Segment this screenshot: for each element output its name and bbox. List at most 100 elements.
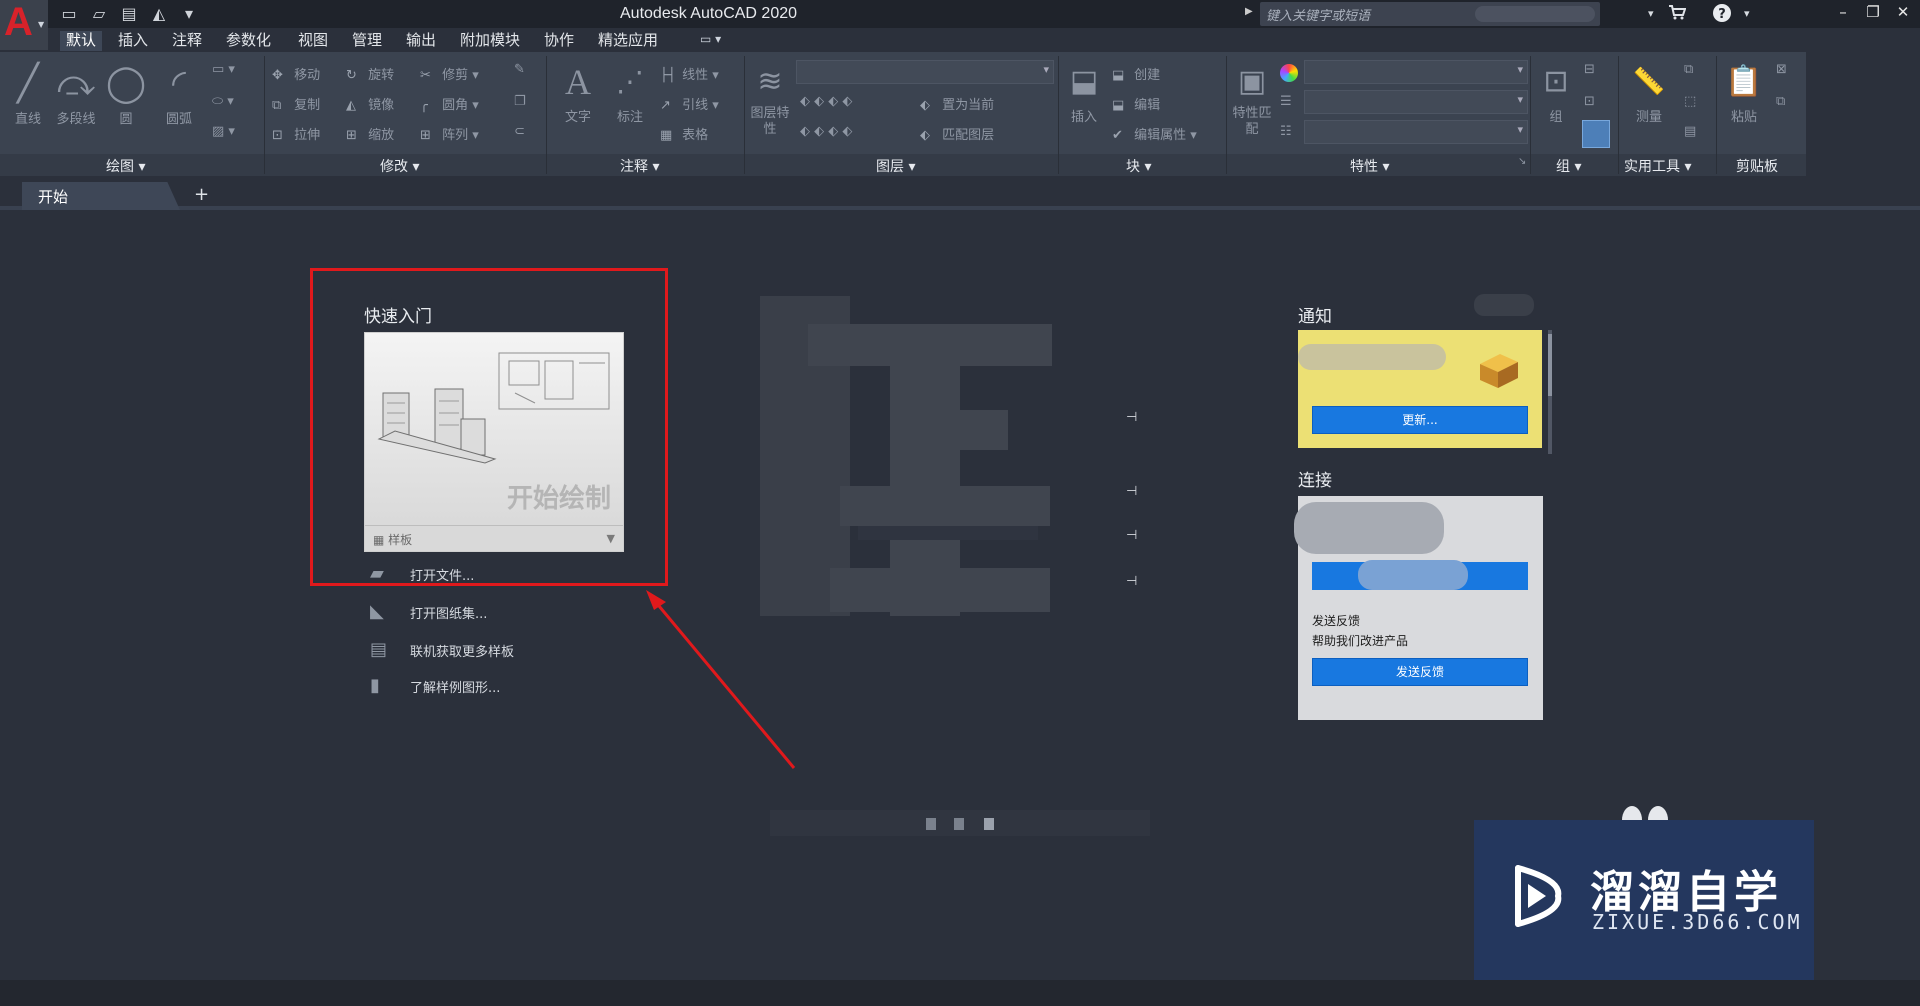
get-more-templates-link[interactable]: ▤ 联机获取更多样板 — [370, 640, 514, 660]
measure-tool[interactable]: 📏 测量 — [1624, 58, 1674, 125]
chevron-down-icon[interactable]: ▾ — [1744, 7, 1750, 20]
pin-icon[interactable]: ⊣ — [1126, 574, 1137, 589]
open-sheet-set-link[interactable]: ◣ 打开图纸集... — [370, 602, 487, 622]
linetype-dropdown[interactable] — [1304, 120, 1528, 144]
linetype-icon[interactable]: ☷ — [1280, 124, 1292, 139]
ungroup-icon[interactable]: ⊟ — [1584, 62, 1595, 77]
group-selection-toggle[interactable] — [1582, 120, 1610, 148]
lineweight-dropdown[interactable] — [1304, 90, 1528, 114]
restore-button[interactable]: ❐ — [1860, 3, 1886, 25]
tab-default[interactable]: 默认 — [60, 31, 103, 51]
group-tool[interactable]: ⊡ 组 — [1536, 58, 1576, 125]
page-dot[interactable] — [954, 818, 964, 830]
set-current-tool[interactable]: ⬖ 置为当前 — [920, 94, 994, 113]
pin-icon[interactable]: ⊣ — [1126, 484, 1137, 499]
panel-modify-label[interactable]: 修改 ▾ — [380, 156, 419, 176]
chevron-down-icon[interactable]: ▾ — [1648, 7, 1654, 20]
linear-tool[interactable]: ├┤ 线性 ▾ — [660, 64, 719, 83]
update-button[interactable]: 更新... — [1312, 406, 1528, 434]
rectangle-icon[interactable]: ▭ ▾ — [212, 62, 235, 77]
sample-drawings-link[interactable]: ▮ 了解样例图形... — [370, 676, 500, 696]
cart-icon[interactable] — [1668, 3, 1687, 25]
paste-tool[interactable]: 📋 粘贴 — [1722, 58, 1766, 125]
quick-select-icon[interactable]: ⧉ — [1684, 62, 1693, 77]
polyline-tool[interactable]: ⤼ 多段线 — [52, 60, 100, 127]
tab-parametric[interactable]: 参数化 — [220, 31, 277, 51]
chevron-right-icon[interactable]: ▶ — [1245, 6, 1253, 17]
layer-dropdown[interactable] — [796, 60, 1054, 84]
tab-annotate[interactable]: 注释 — [166, 31, 208, 51]
line-tool[interactable]: ╱ 直线 — [8, 60, 48, 127]
search-input[interactable]: 键入关键字或短语 — [1260, 2, 1600, 26]
select-all-icon[interactable]: ⬚ — [1684, 94, 1696, 109]
mirror-tool[interactable]: ◭ 镜像 — [346, 94, 394, 113]
offset-icon[interactable]: ⊂ — [514, 124, 525, 139]
arc-tool[interactable]: ◜ 圆弧 — [156, 60, 202, 127]
pin-icon[interactable]: ⊣ — [1126, 528, 1137, 543]
tab-view[interactable]: 视图 — [292, 31, 334, 51]
color-wheel-icon[interactable] — [1280, 64, 1298, 82]
application-menu-button[interactable]: A ▼ — [0, 0, 48, 50]
tab-featured-apps[interactable]: 精选应用 — [592, 31, 664, 51]
save-icon[interactable]: ▤ — [118, 4, 140, 24]
scrollbar-thumb[interactable] — [1548, 334, 1552, 396]
page-dot[interactable] — [926, 818, 936, 830]
group-edit-icon[interactable]: ⊡ — [1584, 94, 1595, 109]
tab-manage[interactable]: 管理 — [346, 31, 388, 51]
table-tool[interactable]: ▦ 表格 — [660, 124, 708, 143]
send-feedback-button[interactable]: 发送反馈 — [1312, 658, 1528, 686]
explode-icon[interactable]: ❐ — [514, 94, 526, 109]
match-layer-tool[interactable]: ⬖ 匹配图层 — [920, 124, 994, 143]
move-tool[interactable]: ✥ 移动 — [272, 64, 320, 83]
panel-launcher-icon[interactable]: ↘ — [1518, 156, 1526, 167]
hatch-icon[interactable]: ▨ ▾ — [212, 124, 235, 139]
new-tab-button[interactable]: + — [194, 184, 209, 205]
panel-utilities-label[interactable]: 实用工具 ▾ — [1624, 156, 1691, 176]
circle-tool[interactable]: ◯ 圆 — [104, 60, 148, 127]
panel-layers-label[interactable]: 图层 ▾ — [876, 156, 915, 176]
tab-collaborate[interactable]: 协作 — [538, 31, 580, 51]
match-properties-tool[interactable]: ▣ 特性匹配 — [1232, 58, 1272, 138]
ellipse-icon[interactable]: ⬭ ▾ — [212, 94, 234, 109]
rotate-tool[interactable]: ↻ 旋转 — [346, 64, 394, 83]
panel-draw-label[interactable]: 绘图 ▾ — [106, 156, 145, 176]
layer-properties-tool[interactable]: ≋ 图层特性 — [750, 58, 790, 138]
array-tool[interactable]: ⊞ 阵列 ▾ — [420, 124, 479, 143]
layer-tool-icons-row2[interactable]: ⬖ ⬖ ⬖ ⬖ — [800, 124, 852, 139]
lineweight-icon[interactable]: ☰ — [1280, 94, 1292, 109]
erase-icon[interactable]: ✎ — [514, 62, 525, 77]
create-block-tool[interactable]: ⬓ 创建 — [1112, 64, 1160, 83]
pin-icon[interactable]: ⊣ — [1126, 410, 1137, 425]
tab-addins[interactable]: 附加模块 — [454, 31, 526, 51]
cut-icon[interactable]: ⊠ — [1776, 62, 1787, 77]
panel-clipboard-label[interactable]: 剪贴板 — [1736, 156, 1778, 176]
new-file-icon[interactable]: ▭ — [58, 4, 80, 24]
panel-groups-label[interactable]: 组 ▾ — [1556, 156, 1581, 176]
text-tool[interactable]: A 文字 — [556, 58, 600, 125]
insert-block-tool[interactable]: ⬓ 插入 — [1064, 58, 1104, 125]
layer-tool-icons-row1[interactable]: ⬖ ⬖ ⬖ ⬖ — [800, 94, 852, 109]
customize-qat-icon[interactable]: ▾ — [178, 4, 200, 24]
close-button[interactable]: ✕ — [1890, 3, 1916, 25]
ribbon-display-toggle-icon[interactable]: ▭ ▾ — [700, 32, 721, 46]
edit-attributes-tool[interactable]: ✔ 编辑属性 ▾ — [1112, 124, 1197, 143]
tab-output[interactable]: 输出 — [400, 31, 442, 51]
leader-tool[interactable]: ↗ 引线 ▾ — [660, 94, 719, 113]
minimize-button[interactable]: – — [1830, 3, 1856, 25]
page-dot-active[interactable] — [984, 818, 994, 830]
edit-block-tool[interactable]: ⬓ 编辑 — [1112, 94, 1160, 113]
calculator-icon[interactable]: ▤ — [1684, 124, 1696, 139]
stretch-tool[interactable]: ⊡ 拉伸 — [272, 124, 320, 143]
open-folder-icon[interactable]: ▱ — [88, 4, 110, 24]
tab-start[interactable]: 开始 — [22, 182, 180, 210]
tab-insert[interactable]: 插入 — [112, 31, 154, 51]
fillet-tool[interactable]: ╭ 圆角 ▾ — [420, 94, 479, 113]
copy-tool[interactable]: ⧉ 复制 — [272, 94, 320, 113]
dimension-tool[interactable]: ⋰ 标注 — [608, 58, 652, 125]
help-icon[interactable]: ? — [1712, 3, 1732, 27]
panel-properties-label[interactable]: 特性 ▾ — [1350, 156, 1389, 176]
scale-tool[interactable]: ⊞ 缩放 — [346, 124, 394, 143]
panel-annotation-label[interactable]: 注释 ▾ — [620, 156, 659, 176]
panel-block-label[interactable]: 块 ▾ — [1126, 156, 1151, 176]
plot-icon[interactable]: ◭ — [148, 4, 170, 24]
